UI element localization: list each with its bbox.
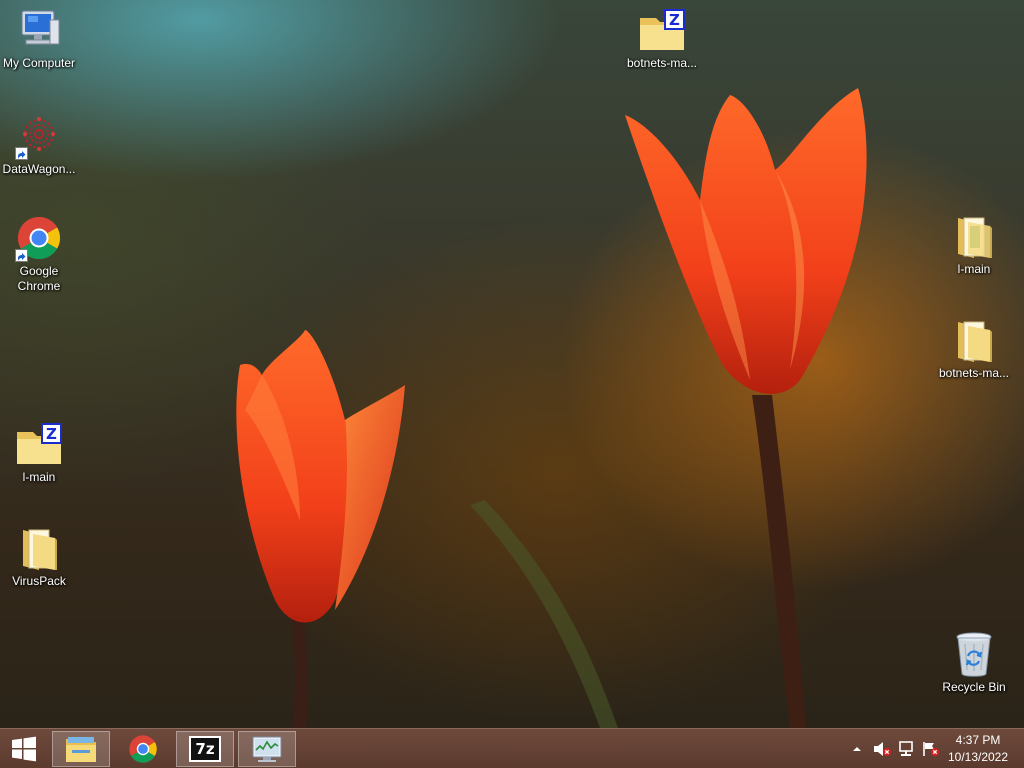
folder-icon: [950, 316, 998, 364]
taskbar-clock[interactable]: 4:37 PM 10/13/2022: [944, 732, 1012, 766]
volume-button[interactable]: [872, 740, 892, 758]
desktop[interactable]: My Computer DataWagon... Google Chrome Z…: [0, 0, 1024, 728]
shortcut-arrow-icon: [15, 249, 28, 262]
file-explorer-icon: [66, 737, 96, 762]
taskbar-7zip[interactable]: 7z: [176, 731, 234, 767]
botnets-zip-label: botnets-ma...: [626, 56, 698, 70]
recycle-bin-label: Recycle Bin: [942, 680, 1006, 694]
volume-muted-icon: [874, 742, 891, 756]
recycle-bin-desktop-icon[interactable]: Recycle Bin: [932, 630, 1016, 695]
chrome-icon: [129, 735, 157, 763]
7zip-icon-text: 7z: [195, 739, 215, 758]
viruspack-label: VirusPack: [12, 574, 66, 588]
chrome-icon: [15, 214, 63, 262]
clock-time: 4:37 PM: [955, 733, 1001, 747]
action-center-button[interactable]: [921, 740, 941, 758]
datawagon-label: DataWagon...: [2, 162, 76, 176]
botnets-folder-desktop-icon[interactable]: botnets-ma...: [932, 316, 1016, 381]
recycle-bin-icon: [950, 630, 998, 678]
computer-icon: [15, 6, 63, 54]
datawagon-icon: [15, 112, 63, 160]
l-main-zip-desktop-icon[interactable]: Z l-main: [0, 420, 81, 485]
my-computer-label: My Computer: [2, 56, 76, 70]
taskbar-task-manager[interactable]: [238, 731, 296, 767]
svg-text:Z: Z: [669, 11, 680, 29]
zip-folder-icon: Z: [15, 420, 63, 468]
clock-date: 10/13/2022: [947, 750, 1009, 764]
botnets-folder-label: botnets-ma...: [938, 366, 1010, 380]
viruspack-desktop-icon[interactable]: VirusPack: [0, 524, 81, 589]
google-chrome-label: Google Chrome: [17, 264, 61, 293]
7zip-icon: 7z: [189, 736, 221, 762]
datawagon-desktop-icon[interactable]: DataWagon...: [0, 112, 81, 177]
chevron-up-icon: [853, 747, 861, 751]
zip-folder-icon: Z: [638, 6, 686, 54]
l-main-folder-desktop-icon[interactable]: l-main: [932, 212, 1016, 277]
network-icon: [899, 741, 913, 756]
task-manager-icon: [252, 736, 282, 762]
botnets-zip-desktop-icon[interactable]: Z botnets-ma...: [620, 6, 704, 71]
show-hidden-icons-button[interactable]: [849, 741, 865, 757]
folder-icon: [15, 524, 63, 572]
flag-icon: [923, 742, 939, 756]
windows-logo-icon: [12, 736, 36, 762]
my-computer-desktop-icon[interactable]: My Computer: [0, 6, 81, 71]
taskbar: 7z 4:37 PM 10/13/2022: [0, 728, 1024, 768]
shortcut-arrow-icon: [15, 147, 28, 160]
google-chrome-desktop-icon[interactable]: Google Chrome: [0, 214, 81, 294]
taskbar-file-explorer[interactable]: [52, 731, 110, 767]
start-button[interactable]: [0, 729, 48, 768]
taskbar-google-chrome[interactable]: [114, 731, 172, 767]
l-main-zip-label: l-main: [22, 470, 56, 484]
folder-icon: [950, 212, 998, 260]
wallpaper-image: [236, 88, 867, 728]
l-main-folder-label: l-main: [957, 262, 991, 276]
network-button[interactable]: [897, 740, 917, 758]
svg-text:Z: Z: [46, 425, 57, 443]
